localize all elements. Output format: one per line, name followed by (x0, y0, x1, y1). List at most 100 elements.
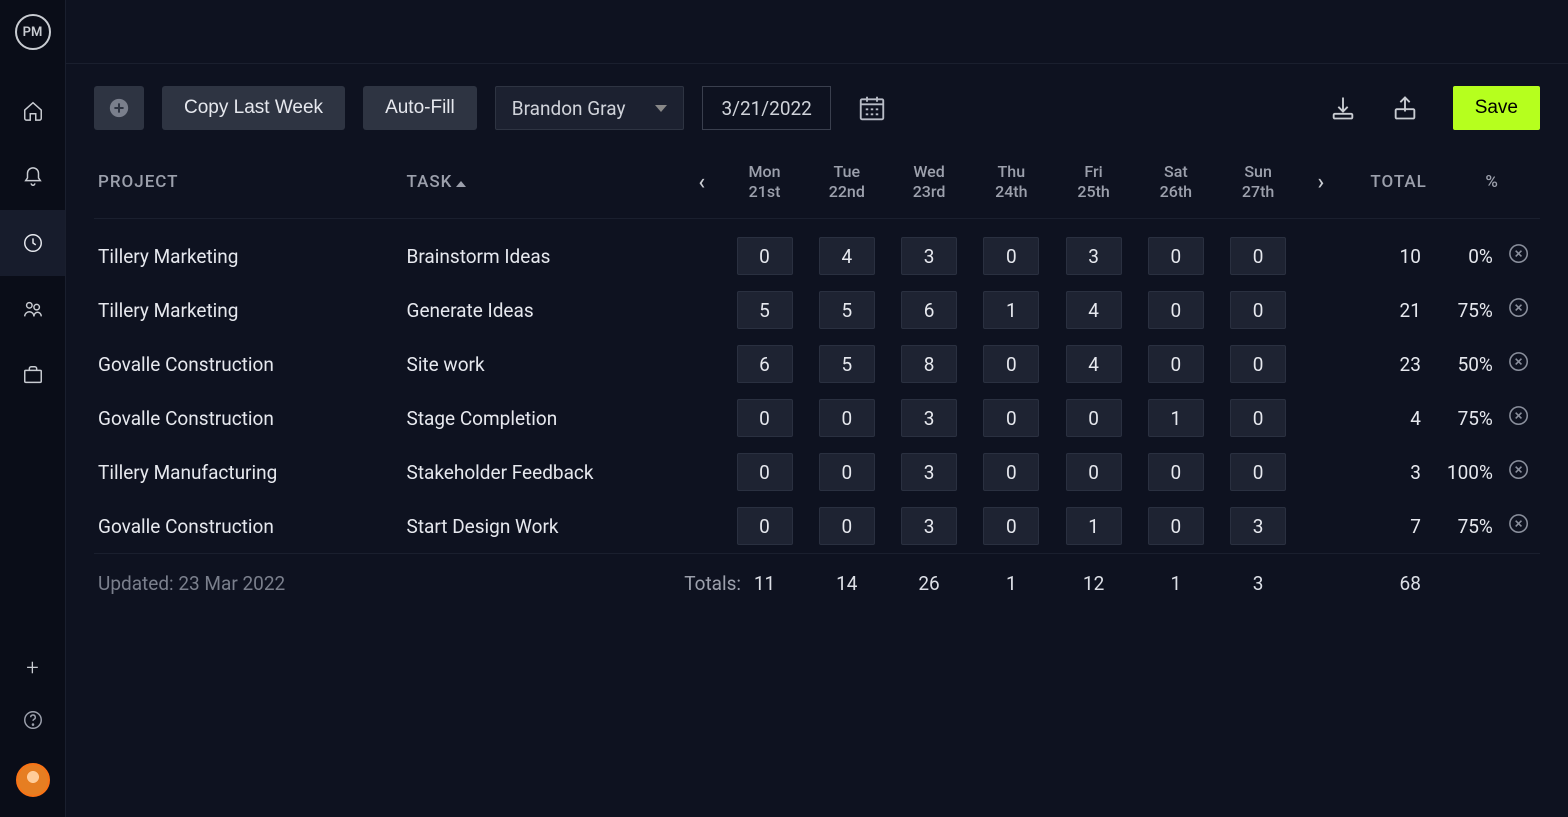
prev-week-button[interactable]: ‹ (698, 170, 705, 195)
header-day-6: Sun27th (1217, 144, 1299, 219)
hour-input[interactable] (1148, 291, 1204, 329)
home-icon (22, 100, 44, 122)
date-value: 3/21/2022 (721, 97, 811, 120)
hour-input[interactable] (901, 345, 957, 383)
next-week-button[interactable]: › (1318, 170, 1325, 195)
hour-input[interactable] (983, 345, 1039, 383)
nav-notifications[interactable] (0, 144, 65, 210)
avatar[interactable] (16, 763, 50, 797)
nav-timesheet[interactable] (0, 210, 65, 276)
hour-input[interactable] (983, 399, 1039, 437)
hour-input[interactable] (737, 453, 793, 491)
user-select[interactable]: Brandon Gray (495, 86, 685, 130)
header-project[interactable]: PROJECT (94, 144, 403, 219)
hour-input[interactable] (1066, 507, 1122, 545)
hour-input[interactable] (737, 507, 793, 545)
table-row: Govalle ConstructionSite work2350% (94, 337, 1540, 391)
hour-input[interactable] (1148, 237, 1204, 275)
task-cell: Brainstorm Ideas (403, 219, 681, 284)
calendar-icon (857, 93, 887, 123)
header-day-0: Mon21st (723, 144, 805, 219)
hour-input[interactable] (737, 237, 793, 275)
hour-input[interactable] (737, 399, 793, 437)
hour-input[interactable] (1066, 291, 1122, 329)
hour-input[interactable] (1066, 345, 1122, 383)
hour-input[interactable] (983, 453, 1039, 491)
table-row: Tillery ManufacturingStakeholder Feedbac… (94, 445, 1540, 499)
day-total-6: 3 (1217, 554, 1299, 614)
calendar-button[interactable] (857, 93, 887, 123)
hour-input[interactable] (983, 291, 1039, 329)
hour-input[interactable] (983, 237, 1039, 275)
hour-input[interactable] (901, 237, 957, 275)
hour-input[interactable] (819, 507, 875, 545)
row-total: 21 (1342, 283, 1430, 337)
row-total: 3 (1342, 445, 1430, 499)
delete-row-button[interactable] (1507, 409, 1530, 432)
delete-row-button[interactable] (1507, 463, 1530, 486)
hour-input[interactable] (1230, 453, 1286, 491)
hour-input[interactable] (1230, 291, 1286, 329)
row-percent: 50% (1431, 337, 1503, 391)
table-row: Govalle ConstructionStage Completion475% (94, 391, 1540, 445)
nav-team[interactable] (0, 276, 65, 342)
table-row: Tillery MarketingGenerate Ideas2175% (94, 283, 1540, 337)
delete-row-button[interactable] (1507, 355, 1530, 378)
hour-input[interactable] (901, 453, 957, 491)
header-total[interactable]: TOTAL (1342, 144, 1430, 219)
task-cell: Site work (403, 337, 681, 391)
delete-row-button[interactable] (1507, 517, 1530, 540)
add-button[interactable]: + (26, 656, 38, 681)
nav-group (0, 78, 65, 408)
plus-circle-icon (108, 97, 130, 119)
hour-input[interactable] (1148, 345, 1204, 383)
date-input[interactable]: 3/21/2022 (702, 86, 830, 130)
hour-input[interactable] (1148, 507, 1204, 545)
hour-input[interactable] (901, 399, 957, 437)
hour-input[interactable] (819, 291, 875, 329)
header-percent[interactable]: % (1431, 144, 1503, 219)
save-button[interactable]: Save (1453, 86, 1540, 130)
copy-last-week-button[interactable]: Copy Last Week (162, 86, 345, 130)
hour-input[interactable] (737, 291, 793, 329)
hour-input[interactable] (1230, 507, 1286, 545)
hour-input[interactable] (819, 237, 875, 275)
nav-projects[interactable] (0, 342, 65, 408)
project-cell: Tillery Manufacturing (94, 445, 403, 499)
hour-input[interactable] (819, 453, 875, 491)
export-button[interactable] (1391, 94, 1419, 122)
hour-input[interactable] (1230, 237, 1286, 275)
help-button[interactable] (22, 709, 44, 735)
hour-input[interactable] (819, 399, 875, 437)
import-button[interactable] (1329, 94, 1357, 122)
delete-row-button[interactable] (1507, 247, 1530, 270)
briefcase-icon (22, 364, 44, 386)
day-total-1: 14 (806, 554, 888, 614)
hour-input[interactable] (1148, 399, 1204, 437)
header-day-1: Tue22nd (806, 144, 888, 219)
nav-home[interactable] (0, 78, 65, 144)
add-row-button[interactable] (94, 86, 144, 130)
hour-input[interactable] (983, 507, 1039, 545)
grand-total: 68 (1342, 554, 1430, 614)
hour-input[interactable] (1066, 453, 1122, 491)
hour-input[interactable] (901, 291, 957, 329)
day-total-4: 12 (1052, 554, 1134, 614)
totals-label: Totals: (680, 554, 723, 614)
hour-input[interactable] (1066, 399, 1122, 437)
hour-input[interactable] (1230, 345, 1286, 383)
hour-input[interactable] (901, 507, 957, 545)
project-cell: Govalle Construction (94, 499, 403, 554)
hour-input[interactable] (1066, 237, 1122, 275)
header-task[interactable]: TASK (403, 144, 681, 219)
project-cell: Tillery Marketing (94, 219, 403, 284)
top-bar (66, 0, 1568, 64)
auto-fill-button[interactable]: Auto-Fill (363, 86, 477, 130)
row-total: 23 (1342, 337, 1430, 391)
hour-input[interactable] (737, 345, 793, 383)
hour-input[interactable] (819, 345, 875, 383)
hour-input[interactable] (1230, 399, 1286, 437)
delete-row-button[interactable] (1507, 301, 1530, 324)
hour-input[interactable] (1148, 453, 1204, 491)
row-percent: 75% (1431, 499, 1503, 554)
